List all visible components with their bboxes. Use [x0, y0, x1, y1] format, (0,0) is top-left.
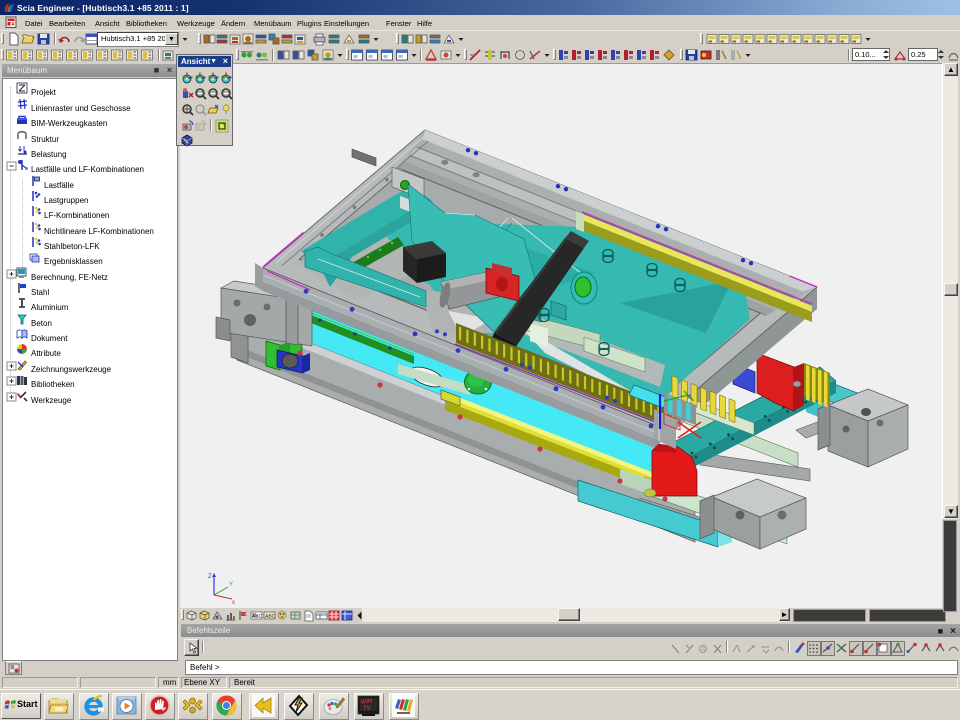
svg-text:G: G	[702, 647, 706, 653]
svg-text:x: x	[232, 600, 235, 605]
svg-text:Z: Z	[208, 574, 212, 580]
svg-text:TV: TV	[363, 706, 371, 712]
svg-text:ABC: ABC	[265, 614, 276, 620]
svg-text:Y: Y	[229, 582, 233, 588]
svg-text:ABC: ABC	[252, 614, 263, 620]
